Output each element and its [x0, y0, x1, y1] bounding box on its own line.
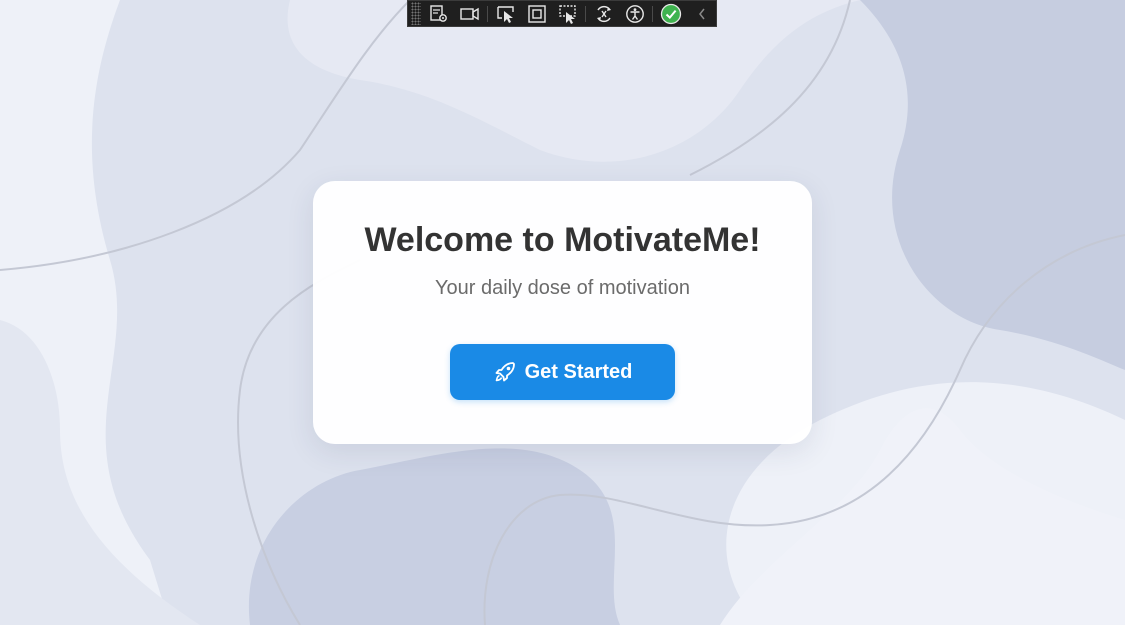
welcome-title: Welcome to MotivateMe! [364, 221, 761, 259]
video-capture-icon[interactable] [457, 2, 483, 26]
welcome-subtitle: Your daily dose of motivation [435, 277, 690, 299]
accessibility-checker-icon[interactable] [622, 2, 648, 26]
dev-toolbar [407, 0, 717, 27]
toolbar-separator [652, 5, 653, 22]
toolbar-grip[interactable] [411, 2, 421, 25]
hot-reload-icon[interactable] [591, 2, 617, 26]
app-window: Welcome to MotivateMe! Your daily dose o… [0, 0, 1125, 625]
select-element-icon[interactable] [493, 2, 519, 26]
track-focus-icon[interactable] [555, 2, 581, 26]
display-layout-adorners-icon[interactable] [524, 2, 550, 26]
rocket-icon [493, 360, 517, 384]
get-started-button[interactable]: Get Started [450, 344, 675, 400]
toolbar-separator [487, 5, 488, 22]
welcome-card: Welcome to MotivateMe! Your daily dose o… [313, 181, 812, 444]
get-started-label: Get Started [524, 360, 633, 383]
live-visual-tree-icon[interactable] [426, 2, 452, 26]
toolbar-separator [585, 5, 586, 22]
issues-ok-icon[interactable] [658, 2, 684, 26]
collapse-toolbar-icon[interactable] [689, 2, 715, 26]
